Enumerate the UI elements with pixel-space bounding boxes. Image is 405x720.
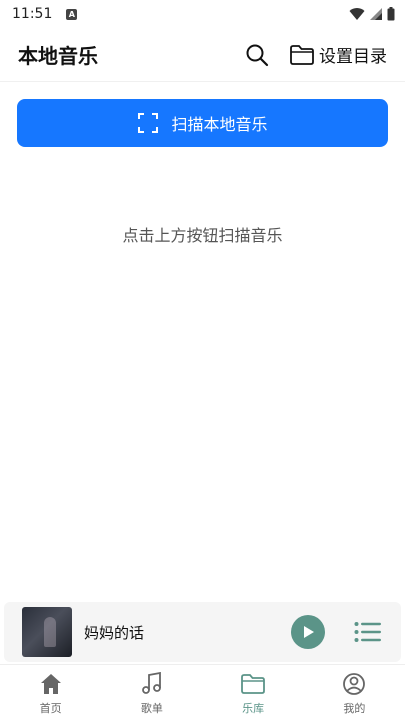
folder-icon [290, 44, 314, 65]
mini-player[interactable]: 妈妈的话 [4, 602, 401, 662]
wifi-icon [349, 8, 365, 20]
tab-library[interactable]: 乐库 [203, 665, 304, 720]
tab-library-label: 乐库 [242, 701, 265, 715]
bottom-tab-bar: 首页 歌单 乐库 我的 [0, 664, 405, 720]
app-header: 本地音乐 设置目录 [0, 28, 405, 82]
set-directory-button[interactable]: 设置目录 [289, 42, 387, 67]
playlist-icon [354, 622, 381, 642]
scan-frame-icon [138, 113, 159, 133]
scan-button-label: 扫描本地音乐 [171, 115, 268, 134]
tab-home[interactable]: 首页 [0, 665, 101, 720]
search-icon [246, 44, 269, 66]
scan-local-music-button[interactable]: 扫描本地音乐 [17, 99, 388, 147]
status-time: 11:51 [12, 6, 53, 22]
home-icon [37, 670, 65, 698]
empty-state-hint: 点击上方按钮扫描音乐 [122, 226, 283, 245]
search-button[interactable] [243, 41, 271, 69]
album-cover[interactable] [22, 607, 72, 657]
page-title: 本地音乐 [18, 44, 98, 68]
battery-icon [387, 7, 395, 21]
user-icon [340, 670, 368, 698]
playlist-queue-button[interactable] [353, 617, 383, 647]
play-icon [304, 626, 314, 638]
status-bar: 11:51 A [0, 0, 405, 28]
play-button[interactable] [291, 615, 325, 649]
tab-playlists-label: 歌单 [140, 701, 163, 715]
tab-profile[interactable]: 我的 [304, 665, 405, 720]
set-directory-label: 设置目录 [319, 47, 387, 67]
folder-icon [239, 670, 267, 698]
signal-icon [370, 8, 382, 20]
music-note-icon [138, 670, 166, 698]
now-playing-title: 妈妈的话 [84, 623, 145, 642]
tab-home-label: 首页 [39, 701, 62, 715]
notification-icon: A [66, 8, 78, 20]
tab-playlists[interactable]: 歌单 [101, 665, 202, 720]
tab-profile-label: 我的 [343, 701, 366, 715]
status-icons [349, 7, 395, 21]
